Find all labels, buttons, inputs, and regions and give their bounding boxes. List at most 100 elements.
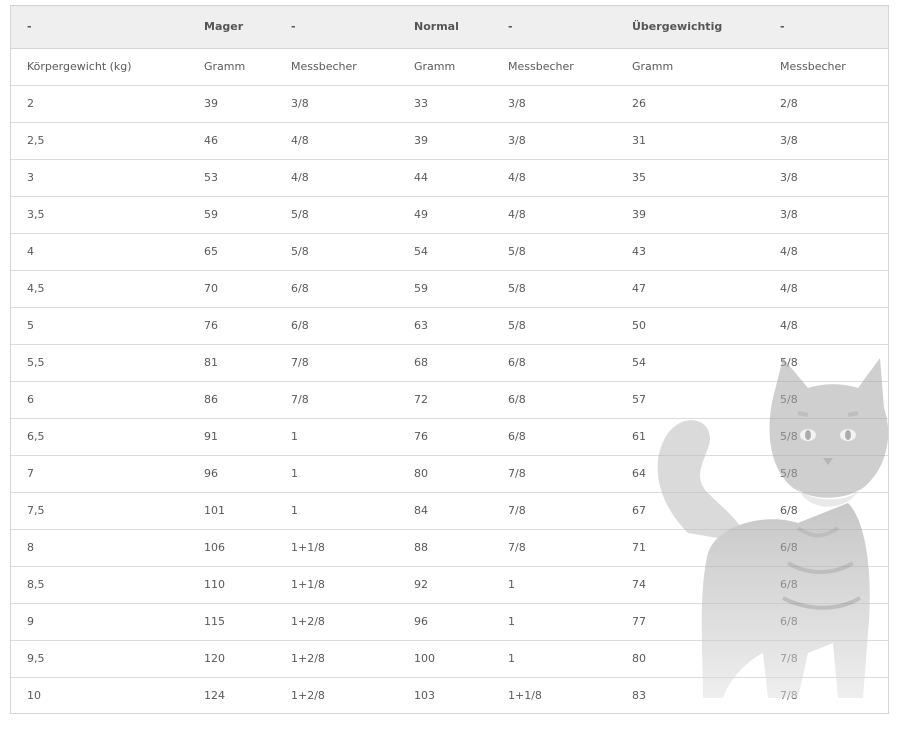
table-cell: 1+2/8 xyxy=(291,689,325,703)
table-row: 6 86 7/8 72 6/8 57 5/8 xyxy=(11,381,888,419)
table-cell: 9,5 xyxy=(11,640,188,678)
table-cell: 8,5 xyxy=(11,566,188,604)
table-cell: 7/8 xyxy=(275,344,398,382)
table-cell: 5/8 xyxy=(492,307,616,345)
table-cell: 124 xyxy=(204,689,225,703)
table-cell: 31 xyxy=(616,122,764,160)
table-cell: 4 xyxy=(11,233,188,271)
table-cell: 1+2/8 xyxy=(275,603,398,641)
table-cell: 4,5 xyxy=(11,270,188,308)
table-cell: 53 xyxy=(188,159,275,197)
table-cell: 5/8 xyxy=(764,418,888,456)
table-row: 8 106 1+1/8 88 7/8 71 6/8 xyxy=(11,529,888,567)
table-subheader-row: Körpergewicht (kg) Gramm Messbecher Gram… xyxy=(11,48,888,86)
table-cell: 67 xyxy=(616,492,764,530)
table-cell: 39 xyxy=(398,122,492,160)
table-cell: 115 xyxy=(188,603,275,641)
table-cell: 6 xyxy=(11,381,188,419)
subheader-cell: Messbecher xyxy=(764,48,888,86)
subheader-cell: Messbecher xyxy=(275,48,398,86)
table-cell: 7 xyxy=(11,455,188,493)
header-cell: - xyxy=(492,6,616,49)
table-cell: 4/8 xyxy=(492,159,616,197)
table-cell: 70 xyxy=(188,270,275,308)
table-cell: 72 xyxy=(398,381,492,419)
table-row: 5 76 6/8 63 5/8 50 4/8 xyxy=(11,307,888,345)
header-cell: Normal xyxy=(398,6,492,49)
table-cell: 84 xyxy=(398,492,492,530)
table-cell: 59 xyxy=(398,270,492,308)
table-cell: 77 xyxy=(616,603,764,641)
table-row: 10 124 1+2/8 103 1+1/8 83 7/8 xyxy=(11,677,888,713)
table-cell: 26 xyxy=(616,85,764,123)
table-cell: 92 xyxy=(398,566,492,604)
table-cell: 3,5 xyxy=(11,196,188,234)
table-cell: 68 xyxy=(398,344,492,382)
table-cell: 39 xyxy=(616,196,764,234)
table-cell: 6/8 xyxy=(764,492,888,530)
table-cell: 6/8 xyxy=(764,566,888,604)
table-cell: 6/8 xyxy=(492,418,616,456)
table-cell: 47 xyxy=(616,270,764,308)
table-cell: 50 xyxy=(616,307,764,345)
table-cell: 6/8 xyxy=(275,307,398,345)
table-cell: 120 xyxy=(188,640,275,678)
table-cell: 3/8 xyxy=(275,85,398,123)
table-row: 3,5 59 5/8 49 4/8 39 3/8 xyxy=(11,196,888,234)
subheader-cell: Gramm xyxy=(398,48,492,86)
table-cell: 1+1/8 xyxy=(275,529,398,567)
table-row: 8,5 110 1+1/8 92 1 74 6/8 xyxy=(11,566,888,604)
table-cell: 35 xyxy=(616,159,764,197)
header-cell: Mager xyxy=(188,6,275,49)
table-cell: 96 xyxy=(188,455,275,493)
table-cell: 61 xyxy=(616,418,764,456)
table-cell: 10 xyxy=(27,689,41,703)
header-cell: Übergewichtig xyxy=(616,6,764,49)
subheader-cell: Messbecher xyxy=(492,48,616,86)
table-cell: 6/8 xyxy=(275,270,398,308)
table-cell: 101 xyxy=(188,492,275,530)
table-cell: 59 xyxy=(188,196,275,234)
table-cell: 8 xyxy=(11,529,188,567)
table-cell: 1+2/8 xyxy=(275,640,398,678)
table-cell: 6/8 xyxy=(492,344,616,382)
table-cell: 6/8 xyxy=(492,381,616,419)
table-cell: 7,5 xyxy=(11,492,188,530)
table-cell: 1 xyxy=(275,455,398,493)
table-row: 4 65 5/8 54 5/8 43 4/8 xyxy=(11,233,888,271)
table-cell: 1 xyxy=(492,566,616,604)
header-cell: - xyxy=(764,6,888,49)
table-cell: 5/8 xyxy=(275,233,398,271)
table-cell: 110 xyxy=(188,566,275,604)
header-cell: - xyxy=(11,6,188,49)
table-cell: 7/8 xyxy=(492,529,616,567)
table-cell: 46 xyxy=(188,122,275,160)
table-cell: 5/8 xyxy=(492,233,616,271)
table-cell: 4/8 xyxy=(275,159,398,197)
table-cell: 2 xyxy=(11,85,188,123)
table-cell: 5/8 xyxy=(492,270,616,308)
table-cell: 76 xyxy=(188,307,275,345)
table-row: 9 115 1+2/8 96 1 77 6/8 xyxy=(11,603,888,641)
table-cell: 44 xyxy=(398,159,492,197)
table-cell: 80 xyxy=(398,455,492,493)
table-cell: 54 xyxy=(616,344,764,382)
table-cell: 33 xyxy=(398,85,492,123)
table-cell: 1+1/8 xyxy=(275,566,398,604)
feeding-table-container: - Mager - Normal - Übergewichtig - Körpe… xyxy=(10,5,889,714)
table-cell: 1 xyxy=(492,603,616,641)
table-cell: 5/8 xyxy=(764,455,888,493)
table-cell: 7/8 xyxy=(764,640,888,678)
table-cell: 3/8 xyxy=(492,85,616,123)
subheader-cell: Gramm xyxy=(188,48,275,86)
subheader-cell: Gramm xyxy=(616,48,764,86)
table-cell: 7/8 xyxy=(492,455,616,493)
table-cell: 2/8 xyxy=(764,85,888,123)
table-cell: 80 xyxy=(616,640,764,678)
table-cell: 81 xyxy=(188,344,275,382)
table-cell: 54 xyxy=(398,233,492,271)
table-cell: 4/8 xyxy=(764,270,888,308)
table-cell: 5/8 xyxy=(275,196,398,234)
table-cell: 63 xyxy=(398,307,492,345)
table-cell: 6/8 xyxy=(764,603,888,641)
